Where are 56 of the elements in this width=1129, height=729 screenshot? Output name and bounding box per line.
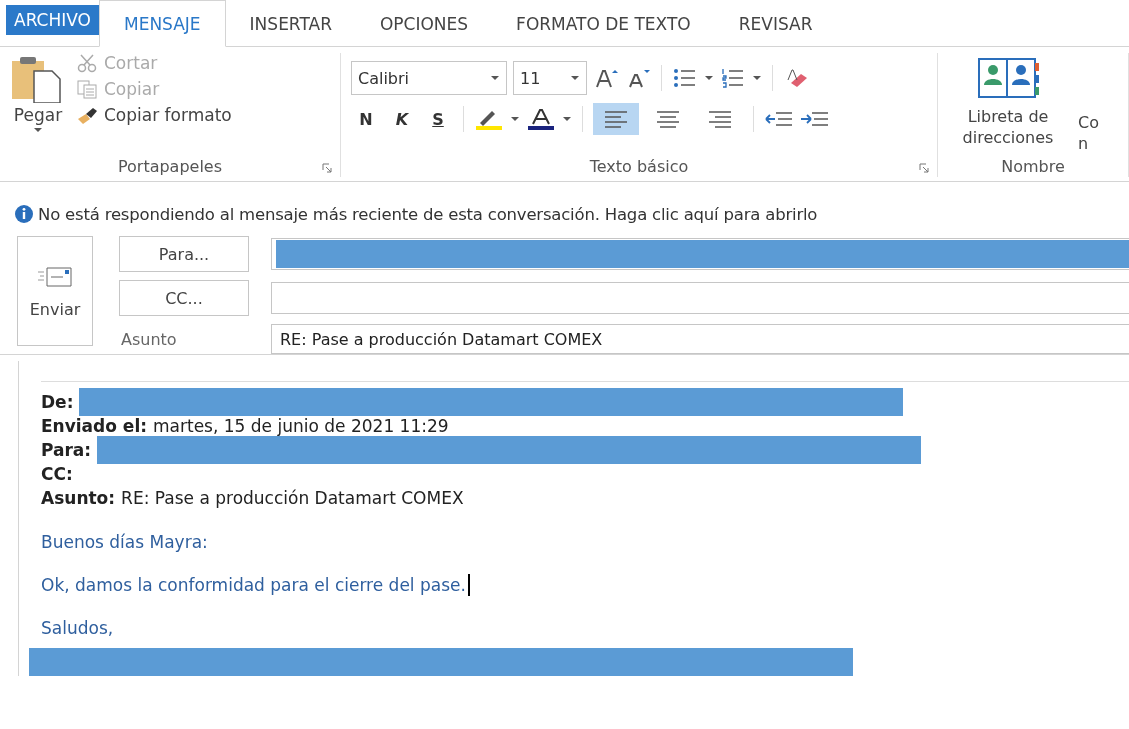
header-value: RE: Pase a producción Datamart COMEX: [121, 488, 464, 508]
launcher-icon[interactable]: [322, 163, 332, 173]
ribbon-tab[interactable]: MENSAJE: [99, 0, 226, 47]
ribbon-tab[interactable]: INSERTAR: [225, 0, 356, 47]
input-field[interactable]: RE: Pase a producción Datamart COMEX: [271, 324, 1129, 354]
send-button[interactable]: Enviar: [17, 236, 93, 346]
font-color-icon[interactable]: [526, 107, 556, 131]
file-tab[interactable]: ARCHIVO: [6, 4, 99, 35]
header-label: Asunto:: [41, 488, 116, 508]
recipient-button[interactable]: Para...: [119, 236, 249, 272]
recipient-button[interactable]: CC...: [119, 280, 249, 316]
group-label: Portapapeles: [117, 156, 223, 176]
body-paragraph: Saludos,: [41, 618, 115, 638]
format-button[interactable]: S: [423, 109, 453, 129]
paintbrush-icon: [76, 105, 98, 125]
size-dropdown[interactable]: 11: [513, 61, 587, 95]
ribbon-tab[interactable]: FORMATO DE TEXTO: [492, 0, 715, 47]
field-label: Asunto: [120, 329, 178, 349]
header-label: Enviado el:: [41, 416, 148, 436]
scissors-icon: [76, 53, 98, 73]
address-book-icon: [975, 57, 1041, 101]
header-label: De:: [41, 392, 74, 412]
format-button[interactable]: N: [351, 109, 381, 129]
body-paragraph: Ok, damos la conformidad para el cierre del pase.: [41, 574, 1129, 596]
ribbon-tab[interactable]: REVISAR: [714, 0, 837, 47]
caret-icon: [562, 116, 572, 122]
ribbon-tab[interactable]: OPCIONES: [355, 0, 493, 47]
caret-icon: [510, 116, 520, 122]
grow-font-icon[interactable]: [593, 67, 619, 89]
caret-icon: [752, 75, 762, 81]
align-button[interactable]: [593, 103, 639, 135]
input-field[interactable]: [271, 282, 1129, 314]
header-label: Para:: [41, 440, 92, 460]
text-cursor: [467, 574, 470, 596]
ribbon-button[interactable]: Co n: [1078, 53, 1108, 155]
caret-icon: [704, 75, 714, 81]
paste-button[interactable]: Pegar: [10, 53, 66, 155]
caret-icon: [490, 75, 500, 81]
group-label: Nombre: [1001, 156, 1065, 176]
info-message[interactable]: No está respondiendo al mensaje más reciente de esta conversación. Haga clic aquí para abrirlo: [38, 204, 818, 224]
caret-icon: [570, 75, 580, 81]
bullet-list-icon[interactable]: [672, 67, 698, 89]
group-label: Texto básico: [589, 156, 689, 176]
clipboard-button[interactable]: Copiar formato: [76, 105, 232, 125]
info-icon: [14, 204, 34, 224]
format-button[interactable]: K: [387, 109, 417, 129]
header-label: CC:: [41, 464, 73, 484]
copy-icon: [76, 79, 98, 99]
message-body[interactable]: De: Enviado el: martes, 15 de junio de 2021 11:29 Para: CC: Asunto: RE: Pase a producción Datamart COMEX Buenos días Mayra: Ok, damos la conformidad para el cierre del pase. Saludos,: [18, 361, 1129, 676]
header-value: martes, 15 de junio de 2021 11:29: [153, 416, 449, 436]
font-dropdown[interactable]: Calibri: [351, 61, 507, 95]
launcher-icon[interactable]: [919, 163, 929, 173]
numbered-list-icon[interactable]: [720, 67, 746, 89]
caret-icon: [33, 127, 43, 133]
address-book-button[interactable]: Libreta de direcciones: [948, 53, 1068, 155]
body-paragraph: Buenos días Mayra:: [41, 532, 209, 552]
